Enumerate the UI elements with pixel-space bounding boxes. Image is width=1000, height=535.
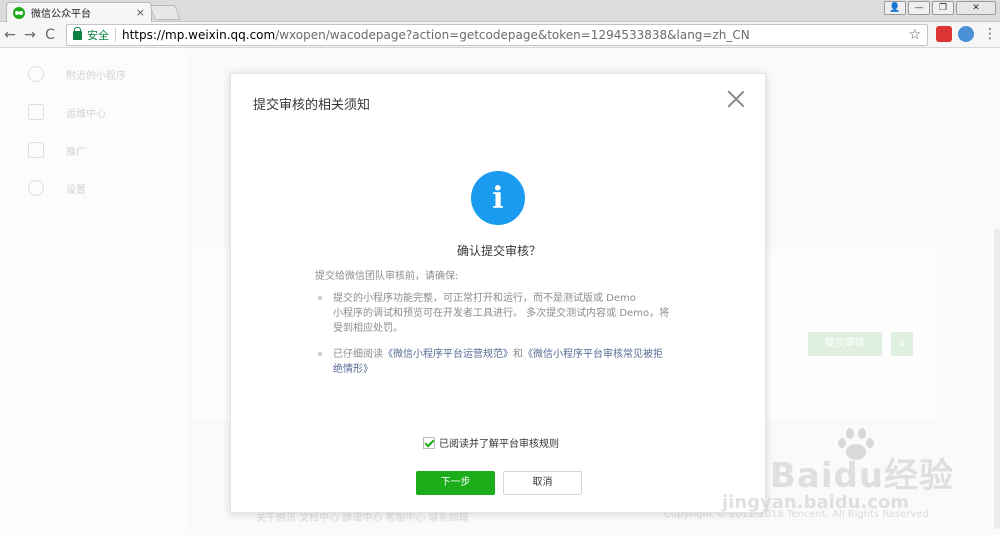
next-button[interactable]: 下一步 <box>416 471 495 495</box>
user-icon[interactable]: 👤 <box>884 1 906 15</box>
info-icon: i <box>471 171 525 225</box>
new-tab-button[interactable] <box>149 5 181 20</box>
minimize-button[interactable]: — <box>908 1 930 15</box>
browser-toolbar: ← → C 安全 https://mp.weixin.qq.com/wxopen… <box>0 22 1000 48</box>
submit-review-dialog: 提交审核的相关须知 i 确认提交审核？ 提交给微信团队审核前，请确保: 提交的小… <box>230 73 766 513</box>
extension-icon[interactable] <box>958 26 974 42</box>
extension-icon[interactable] <box>936 26 952 42</box>
rejection-cases-link[interactable]: 绝情形》 <box>333 364 373 375</box>
list-item: 提交的小程序功能完整，可正常打开和运行，而不是测试版或 Demo 小程序的调试和… <box>315 291 695 336</box>
requirements-list: 提交的小程序功能完整，可正常打开和运行，而不是测试版或 Demo 小程序的调试和… <box>315 291 695 388</box>
url-path: /wxopen/wacodepage?action=getcodepage&to… <box>275 28 750 42</box>
reload-icon[interactable]: C <box>40 27 60 43</box>
intro-text: 提交给微信团队审核前，请确保: <box>315 271 459 282</box>
browser-menu-icon[interactable]: ⋮ <box>983 27 997 41</box>
watermark-brand: Baidu经验 <box>770 456 955 496</box>
back-icon[interactable]: ← <box>0 27 20 43</box>
dialog-title: 提交审核的相关须知 <box>253 98 371 113</box>
secure-label: 安全 <box>87 29 109 42</box>
close-icon[interactable] <box>727 90 745 108</box>
rejection-cases-link[interactable]: 《微信小程序平台审核常见被拒 <box>523 349 663 360</box>
forward-icon[interactable]: → <box>20 27 40 43</box>
agree-checkbox[interactable] <box>423 436 435 449</box>
url-separator <box>115 28 116 42</box>
agree-label: 已阅读并了解平台审核规则 <box>439 439 559 450</box>
tab-close-icon[interactable]: × <box>136 6 145 19</box>
baidu-watermark: Baidu经验 jingyan.baidu.com <box>722 428 980 518</box>
bullet-line: 提交的小程序功能完整，可正常打开和运行，而不是测试版或 Demo <box>333 293 636 304</box>
address-bar[interactable]: 安全 https://mp.weixin.qq.com/wxopen/wacod… <box>66 24 928 46</box>
lock-icon <box>73 26 82 40</box>
maximize-button[interactable]: ❐ <box>932 1 954 15</box>
browser-tab[interactable]: 微信公众平台 × <box>6 2 152 22</box>
bullet-line: 受到相应处罚。 <box>333 323 403 334</box>
bullet-line: 小程序的调试和预览可在开发者工具进行。 多次提交测试内容或 Demo，将 <box>333 308 670 319</box>
window-controls: 👤 — ❐ ✕ <box>884 1 996 15</box>
bookmark-star-icon[interactable]: ☆ <box>908 27 921 43</box>
wechat-favicon-icon <box>13 6 25 19</box>
agree-checkbox-row[interactable]: 已阅读并了解平台审核规则 <box>423 435 559 450</box>
confirm-title: 确认提交审核？ <box>456 244 541 258</box>
operation-rules-link[interactable]: 《微信小程序平台运营规范》 <box>383 349 513 360</box>
watermark-url: jingyan.baidu.com <box>722 492 910 513</box>
close-window-button[interactable]: ✕ <box>956 1 996 15</box>
bullet-text: 和 <box>513 349 523 360</box>
browser-tabbar: 微信公众平台 × 👤 — ❐ ✕ <box>0 0 1000 22</box>
bullet-text: 已仔细阅读 <box>333 349 383 360</box>
tab-title: 微信公众平台 <box>31 9 91 20</box>
url-text[interactable]: https://mp.weixin.qq.com/wxopen/wacodepa… <box>122 28 750 42</box>
list-item: 已仔细阅读《微信小程序平台运营规范》和《微信小程序平台审核常见被拒 绝情形》 <box>315 347 695 377</box>
cancel-button[interactable]: 取消 <box>503 471 582 495</box>
url-host: https://mp.weixin.qq.com <box>122 28 276 42</box>
